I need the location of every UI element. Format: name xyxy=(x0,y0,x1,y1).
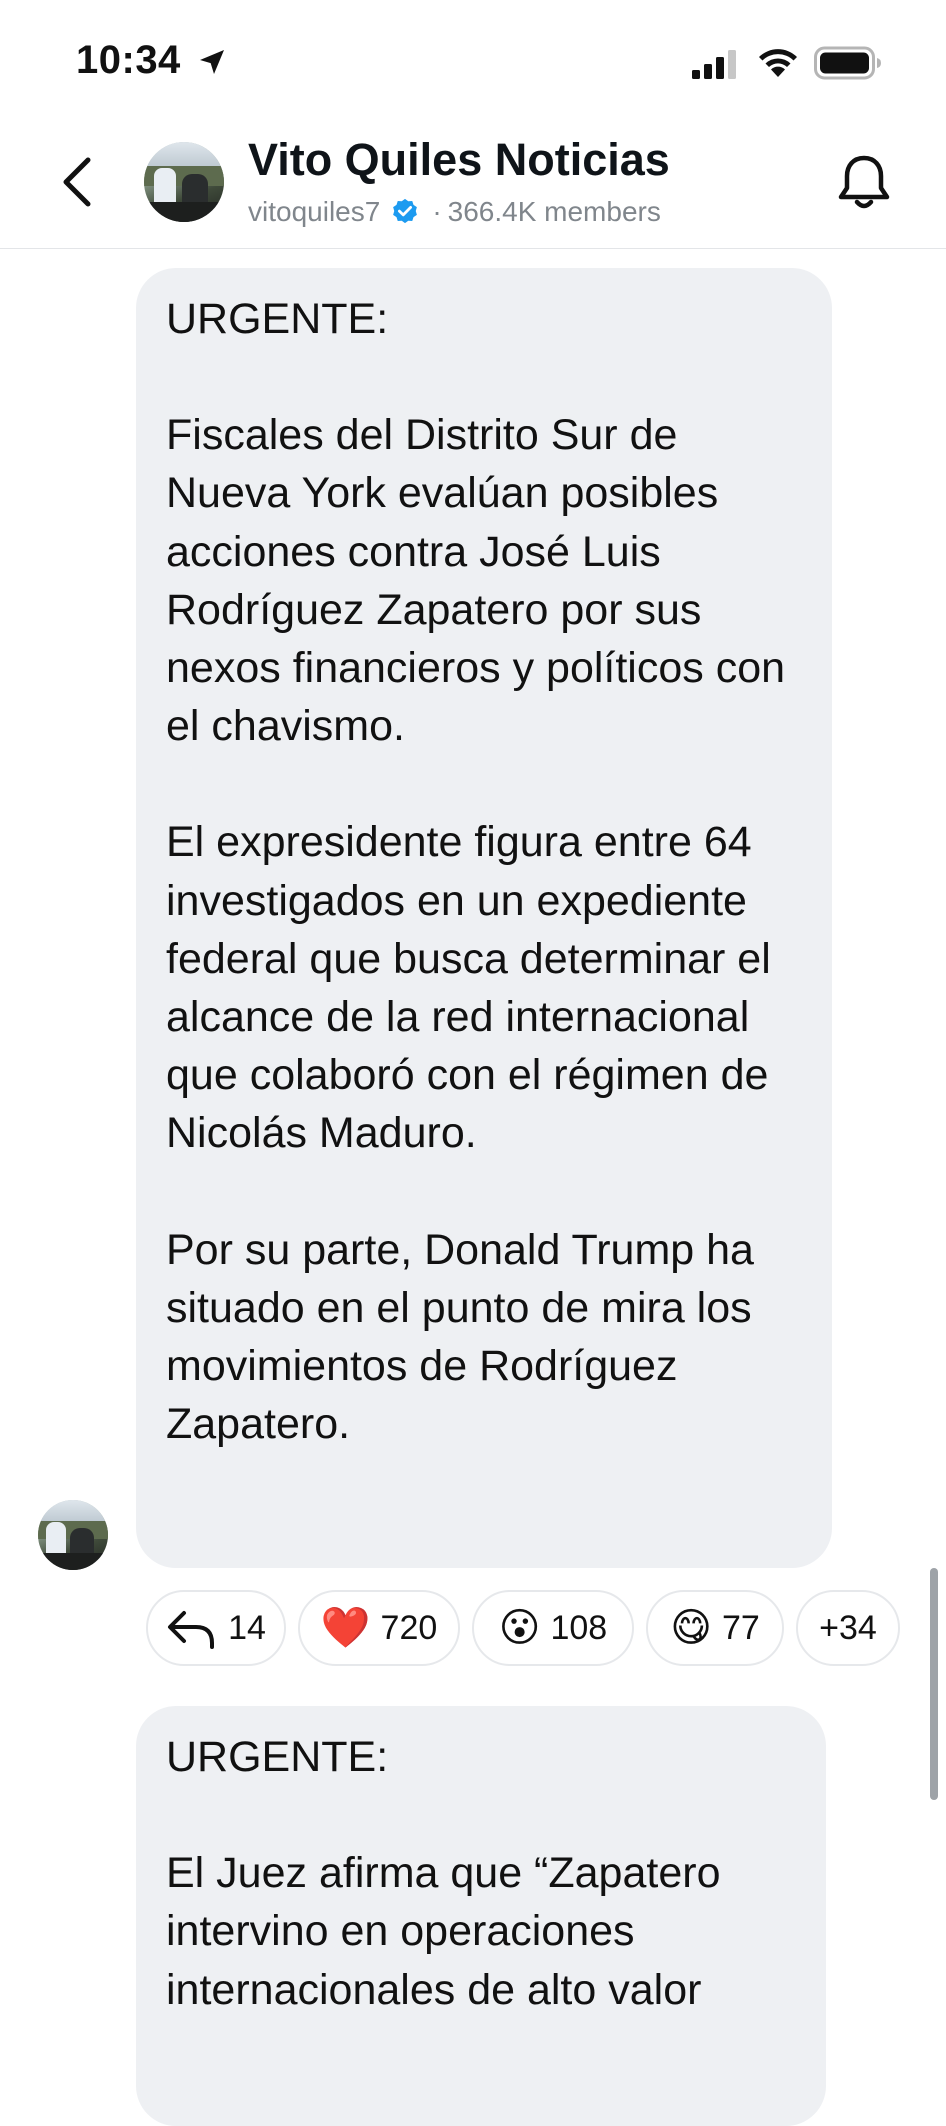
surprised-face-icon: 😮 xyxy=(498,1606,541,1650)
separator-dot: · xyxy=(432,196,442,227)
location-arrow-icon xyxy=(200,50,224,74)
channel-title[interactable]: Vito Quiles Noticias xyxy=(248,134,670,186)
channel-header: Vito Quiles Noticias vitoquiles7 · 366.4… xyxy=(0,120,946,249)
sender-avatar[interactable] xyxy=(38,1500,108,1570)
bell-icon[interactable] xyxy=(834,150,894,216)
wifi-icon xyxy=(759,49,797,77)
yum-face-icon: 😋 xyxy=(670,1606,712,1650)
reaction-wow[interactable]: 😮 108 xyxy=(472,1590,634,1666)
message-paragraph: El Juez afirma que “Zapatero intervino e… xyxy=(166,1849,721,2014)
status-bar: 10:34 xyxy=(0,0,946,120)
scrollbar-thumb[interactable] xyxy=(930,1568,938,1800)
message-paragraph: URGENTE: xyxy=(166,295,389,343)
heart-icon: ❤️ xyxy=(320,1606,371,1650)
channel-avatar[interactable] xyxy=(144,142,224,222)
status-time: 10:34 xyxy=(76,38,181,82)
reaction-count: 720 xyxy=(380,1608,438,1647)
reaction-count: 108 xyxy=(550,1608,608,1647)
reactions-row: 14 ❤️ 720 😮 108 😋 77 +34 xyxy=(0,1590,946,1666)
more-reactions-count: +34 xyxy=(819,1608,877,1647)
message-paragraph: Por su parte, Donald Trump ha situado en… xyxy=(166,1225,754,1449)
message-bubble[interactable]: URGENTE: Fiscales del Distrito Sur de Nu… xyxy=(136,268,832,1568)
reaction-yum[interactable]: 😋 77 xyxy=(646,1590,784,1666)
message-bubble[interactable]: URGENTE: El Juez afirma que “Zapatero in… xyxy=(136,1706,826,2126)
channel-username: vitoquiles7 xyxy=(248,196,381,227)
reaction-count: 77 xyxy=(721,1608,760,1647)
reply-arrow-icon xyxy=(168,1611,215,1649)
message-paragraph: Fiscales del Distrito Sur de Nueva York … xyxy=(166,411,786,751)
message-paragraph: URGENTE: xyxy=(166,1733,389,1781)
reaction-heart[interactable]: ❤️ 720 xyxy=(298,1590,460,1666)
more-reactions-chip[interactable]: +34 xyxy=(796,1590,900,1666)
reply-count: 14 xyxy=(228,1608,266,1647)
battery-icon xyxy=(814,46,881,80)
message-paragraph: El expresidente figura entre 64 investig… xyxy=(166,818,771,1158)
member-count: 366.4K members xyxy=(447,196,661,227)
back-chevron-icon[interactable] xyxy=(50,150,106,214)
channel-subtitle: vitoquiles7 · 366.4K members xyxy=(248,196,661,228)
signal-icon xyxy=(692,50,736,79)
reply-chip[interactable]: 14 xyxy=(146,1590,286,1666)
verified-badge-icon xyxy=(393,198,418,224)
